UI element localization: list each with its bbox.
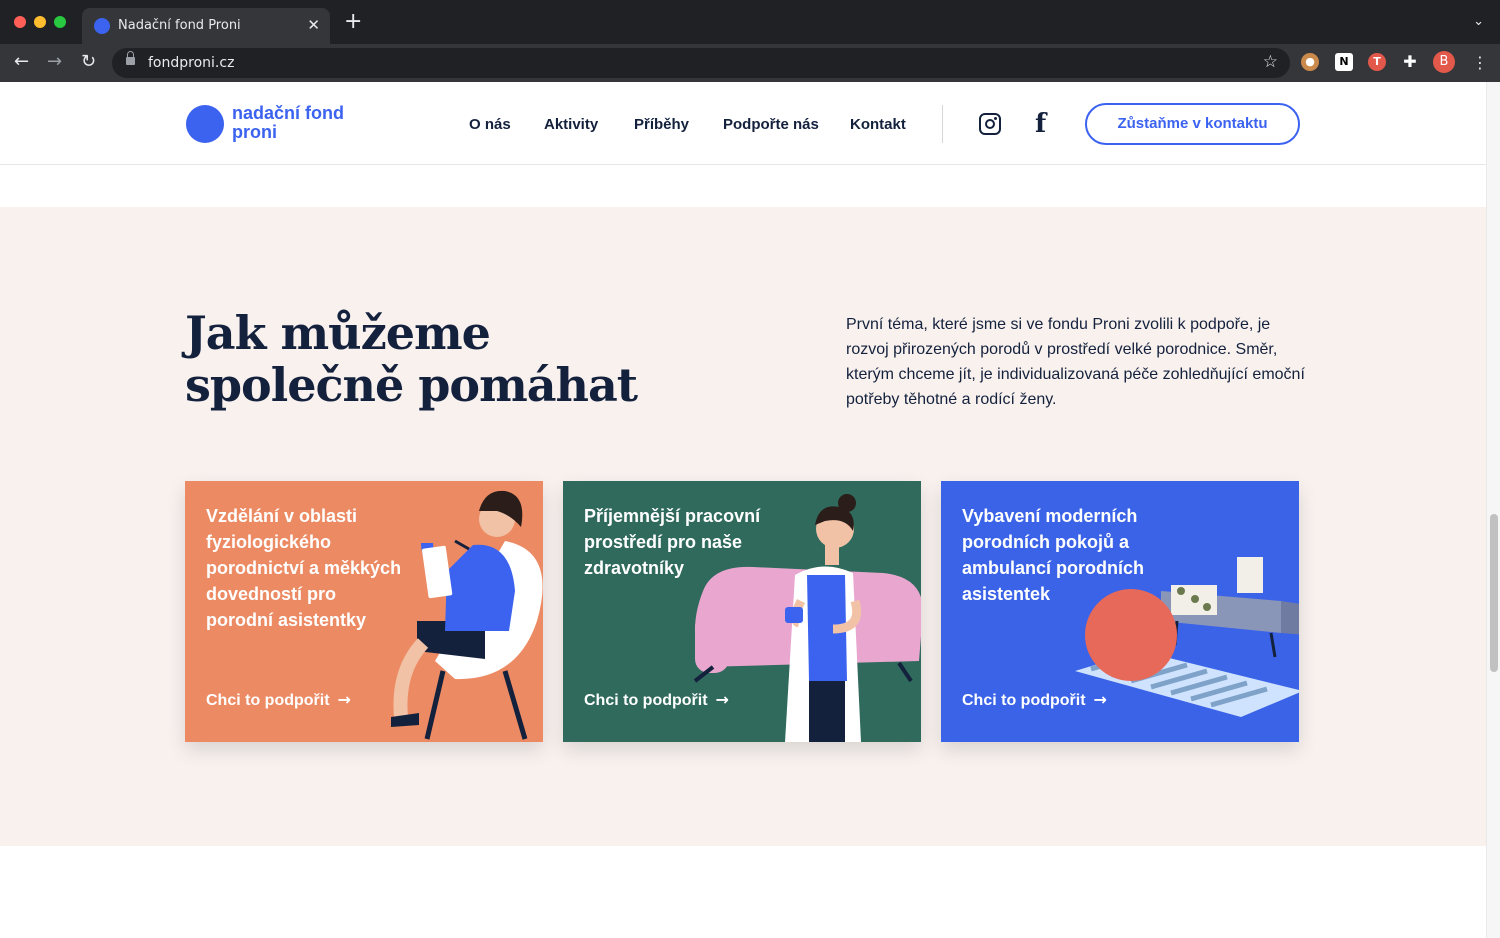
section-intro: První téma, které jsme si ve fondu Proni… xyxy=(846,316,1305,408)
card-title-line: porodnictví a měkkých xyxy=(206,558,402,578)
logo-line2: proni xyxy=(232,122,277,142)
tab-close-icon[interactable]: ✕ xyxy=(307,16,320,34)
support-link[interactable]: Chci to podpořit → xyxy=(584,690,729,710)
site-header: nadační fond proni O nás Aktivity Příběh… xyxy=(0,82,1486,165)
instagram-icon[interactable] xyxy=(979,113,1001,135)
support-link-label: Chci to podpořit xyxy=(962,692,1086,709)
section-title: Jak můžeme společně pomáhat xyxy=(185,306,638,412)
back-icon[interactable]: ← xyxy=(14,52,29,72)
card-title: Vybavení moderních porodních pokojů a am… xyxy=(962,503,1144,607)
browser-toolbar: ← → ↻ fondproni.cz ☆ ● N T ✚ B ⋮ xyxy=(0,44,1500,82)
profile-avatar[interactable]: B xyxy=(1433,51,1455,73)
logo-text[interactable]: nadační fond proni xyxy=(232,104,344,142)
lock-icon[interactable] xyxy=(126,51,135,66)
card-title-line: asistentek xyxy=(962,584,1051,604)
star-icon[interactable]: ☆ xyxy=(1263,52,1278,72)
card-title: Vzdělání v oblasti fyziologického porodn… xyxy=(206,503,401,633)
card-title-line: dovedností pro xyxy=(206,584,336,604)
support-link[interactable]: Chci to podpořit → xyxy=(962,690,1107,710)
card-title-line: zdravotníky xyxy=(584,558,685,578)
browser-tab[interactable]: Nadační fond Proni ✕ xyxy=(82,8,330,44)
support-link-label: Chci to podpořit xyxy=(206,692,330,709)
card-education[interactable]: Vzdělání v oblasti fyziologického porodn… xyxy=(185,481,543,742)
card-title-line: Vzdělání v oblasti xyxy=(206,506,358,526)
card-title-line: fyziologického xyxy=(206,532,332,552)
card-title-line: ambulancí porodních xyxy=(962,558,1145,578)
browser-tab-bar: Nadační fond Proni ✕ + ⌄ xyxy=(0,0,1500,44)
section-title-line2: společně pomáhat xyxy=(185,358,638,412)
web-page: nadační fond proni O nás Aktivity Příběh… xyxy=(0,82,1486,938)
cookie-extension-icon[interactable]: ● xyxy=(1301,53,1319,71)
url-text[interactable]: fondproni.cz xyxy=(148,55,234,71)
page-scrollbar[interactable] xyxy=(1486,82,1500,938)
logo-line1: nadační fond xyxy=(232,103,344,123)
card-workplace[interactable]: Příjemnější pracovní prostředí pro naše … xyxy=(563,481,921,742)
card-title: Příjemnější pracovní prostředí pro naše … xyxy=(584,503,760,581)
nav-aktivity[interactable]: Aktivity xyxy=(544,116,598,133)
notion-extension-icon[interactable]: N xyxy=(1335,53,1353,71)
maximize-window-button[interactable] xyxy=(54,16,66,28)
tab-title: Nadační fond Proni xyxy=(118,18,241,33)
new-tab-button[interactable]: + xyxy=(344,11,362,33)
nav-pribehy[interactable]: Příběhy xyxy=(634,116,689,133)
card-title-line: porodních pokojů a xyxy=(962,532,1129,552)
card-title-line: Příjemnější pracovní xyxy=(584,506,761,526)
support-link[interactable]: Chci to podpořit → xyxy=(206,690,351,710)
address-bar[interactable]: fondproni.cz ☆ xyxy=(112,48,1290,78)
arrow-right-icon: → xyxy=(337,690,351,709)
kebab-menu-icon[interactable]: ⋮ xyxy=(1472,53,1488,72)
card-title-line: prostředí pro naše xyxy=(584,532,743,552)
stay-in-touch-button[interactable]: Zůstaňme v kontaktu xyxy=(1085,103,1300,145)
facebook-icon[interactable]: f xyxy=(1035,110,1046,138)
puzzle-extension-icon[interactable]: ✚ xyxy=(1401,53,1419,71)
arrow-right-icon: → xyxy=(1093,690,1107,709)
nav-divider xyxy=(942,105,943,143)
card-equipment[interactable]: Vybavení moderních porodních pokojů a am… xyxy=(941,481,1299,742)
close-window-button[interactable] xyxy=(14,16,26,28)
logo-mark[interactable] xyxy=(186,105,224,143)
section-title-line1: Jak můžeme xyxy=(185,306,491,360)
favicon-icon xyxy=(94,18,110,34)
forward-icon[interactable]: → xyxy=(47,52,62,72)
nav-o-nas[interactable]: O nás xyxy=(469,116,511,133)
arrow-right-icon: → xyxy=(715,690,729,709)
tab-search-icon[interactable]: ⌄ xyxy=(1473,14,1484,29)
todoist-extension-icon[interactable]: T xyxy=(1368,53,1386,71)
card-title-line: porodní asistentky xyxy=(206,610,367,630)
nav-kontakt[interactable]: Kontakt xyxy=(850,116,906,133)
minimize-window-button[interactable] xyxy=(34,16,46,28)
reload-icon[interactable]: ↻ xyxy=(81,52,96,72)
scrollbar-thumb[interactable] xyxy=(1490,514,1498,672)
help-section: Jak můžeme společně pomáhat První téma, … xyxy=(0,207,1486,846)
card-title-line: Vybavení moderních xyxy=(962,506,1138,526)
support-link-label: Chci to podpořit xyxy=(584,692,708,709)
nav-podporte-nas[interactable]: Podpořte nás xyxy=(723,116,819,133)
